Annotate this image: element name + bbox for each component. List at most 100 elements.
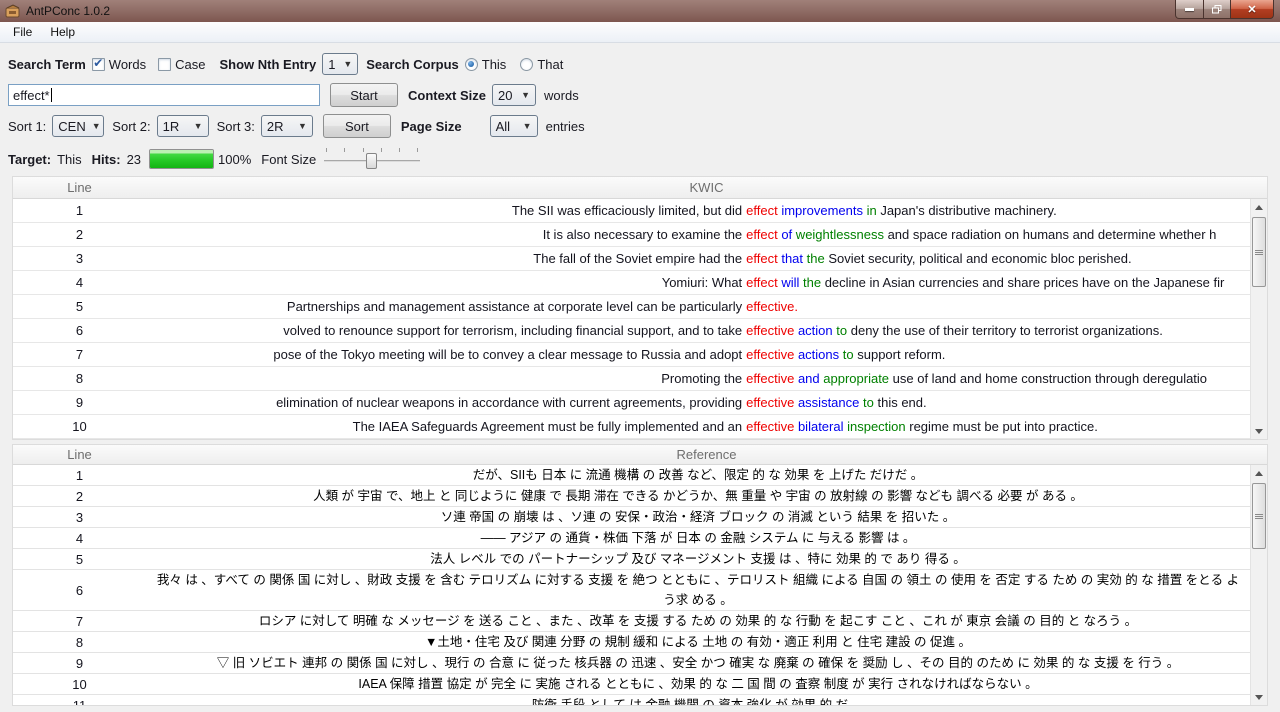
show-nth-entry-label: Show Nth Entry [219,57,316,72]
page-size-select[interactable]: All ▼ [490,115,538,137]
reference-text: ソ連 帝国 の 崩壊 は 、ソ連 の 安保・政治・経済 ブロック の 消滅 とい… [146,507,1250,527]
minimize-button[interactable] [1175,0,1204,19]
reference-text: 人類 が 宇宙 で、地上 と 同じように 健康 で 長期 滞在 できる かどうか… [146,486,1250,506]
reference-scrollbar-thumb[interactable] [1252,483,1266,549]
sort1-select[interactable]: CEN ▼ [52,115,104,137]
reference-line-number: 10 [13,677,146,692]
reference-column-header: Reference [146,447,1267,462]
kwic-text: The IAEA Safeguards Agreement must be fu… [146,419,1250,434]
kwic-row[interactable]: 4Yomiuri: Whateffect will the decline in… [13,271,1250,295]
kwic-row[interactable]: 3The fall of the Soviet empire had theef… [13,247,1250,271]
menu-file[interactable]: File [4,23,41,41]
reference-row[interactable]: 9▽ 旧 ソビエト 連邦 の 関係 国 に対し 、現行 の 合意 に 従った 核… [13,653,1250,674]
kwic-text: The SII was efficaciously limited, but d… [146,203,1250,218]
chevron-down-icon: ▼ [523,121,532,131]
kwic-text: The fall of the Soviet empire had theeff… [146,251,1250,266]
kwic-line-header: Line [13,180,146,195]
kwic-line-number: 4 [13,275,146,290]
kwic-table: Line KWIC 1The SII was efficaciously lim… [12,176,1268,440]
progress-percent: 100% [218,152,251,167]
kwic-scrollbar[interactable] [1250,199,1267,439]
scrollbar-grip-icon [1255,249,1263,256]
target-label: Target: [8,152,51,167]
reference-row[interactable]: 10IAEA 保障 措置 協定 が 完全 に 実施 される とともに 、効果 的… [13,674,1250,695]
reference-line-number: 5 [13,552,146,567]
that-radio-label: That [537,57,563,72]
reference-line-number: 2 [13,489,146,504]
context-size-value: 20 [498,88,512,103]
kwic-scrollbar-thumb[interactable] [1252,217,1266,287]
kwic-text: Promoting theeffective and appropriate u… [146,371,1250,386]
scroll-down-icon[interactable] [1251,689,1267,705]
toolbar: Search Term ✔ Words Case Show Nth Entry … [0,43,1280,172]
font-size-slider[interactable] [324,146,420,172]
window-controls: ✕ [1175,0,1274,19]
sort1-value: CEN [58,119,85,134]
scroll-down-icon[interactable] [1251,423,1267,439]
reference-text: ▼土地・住宅 及び 関連 分野 の 規制 緩和 による 土地 の 有効・適正 利… [146,632,1250,652]
kwic-row[interactable]: 8Promoting theeffective and appropriate … [13,367,1250,391]
kwic-line-number: 5 [13,299,146,314]
this-radio-label: This [482,57,507,72]
reference-row[interactable]: 1だが、SIIも 日本 に 流通 機構 の 改善 など、限定 的 な 効果 を … [13,465,1250,486]
hits-value: 23 [127,152,141,167]
kwic-row[interactable]: 6volved to renounce support for terroris… [13,319,1250,343]
reference-body: 1だが、SIIも 日本 に 流通 機構 の 改善 など、限定 的 な 効果 を … [13,465,1250,706]
hits-label: Hits: [92,152,121,167]
start-button[interactable]: Start [330,83,398,107]
reference-row[interactable]: 5法人 レベル での パートナーシップ 及び マネージメント 支援 は 、特に … [13,549,1250,570]
kwic-row[interactable]: 1The SII was efficaciously limited, but … [13,199,1250,223]
kwic-row[interactable]: 7pose of the Tokyo meeting will be to co… [13,343,1250,367]
case-checkbox-label: Case [175,57,205,72]
restore-button[interactable] [1204,0,1231,19]
words-checkbox[interactable]: ✔ [92,58,105,71]
sort2-value: 1R [163,119,180,134]
reference-row[interactable]: 6我々 は 、すべて の 関係 国 に対し 、財政 支援 を 含む テロリズム … [13,570,1250,611]
app-window: AntPConc 1.0.2 ✕ File Help Search Term ✔… [0,0,1280,712]
sort2-select[interactable]: 1R ▼ [157,115,209,137]
case-checkbox[interactable] [158,58,171,71]
reference-row[interactable]: 2人類 が 宇宙 で、地上 と 同じように 健康 で 長期 滞在 できる かどう… [13,486,1250,507]
reference-line-number: 7 [13,614,146,629]
context-size-select[interactable]: 20 ▼ [492,84,536,106]
chevron-down-icon: ▼ [92,121,101,131]
text-caret [51,88,52,102]
kwic-row[interactable]: 10The IAEA Safeguards Agreement must be … [13,415,1250,439]
kwic-text: Yomiuri: Whateffect will the decline in … [146,275,1250,290]
progress-bar [149,149,214,169]
reference-row[interactable]: 3ソ連 帝国 の 崩壊 は 、ソ連 の 安保・政治・経済 ブロック の 消滅 と… [13,507,1250,528]
search-corpus-label: Search Corpus [366,57,458,72]
kwic-body: 1The SII was efficaciously limited, but … [13,199,1250,439]
reference-row[interactable]: 7ロシア に対して 明確 な メッセージ を 送る こと 、また 、改革 を 支… [13,611,1250,632]
sort-button[interactable]: Sort [323,114,391,138]
chevron-down-icon: ▼ [521,90,530,100]
reference-line-number: 4 [13,531,146,546]
window-title: AntPConc 1.0.2 [26,4,110,18]
reference-text: ▽ 旧 ソビエト 連邦 の 関係 国 に対し 、現行 の 合意 に 従った 核兵… [146,653,1250,673]
reference-text: 法人 レベル での パートナーシップ 及び マネージメント 支援 は 、特に 効… [146,549,1250,569]
menu-help[interactable]: Help [41,23,84,41]
scroll-up-icon[interactable] [1251,199,1267,215]
reference-scrollbar[interactable] [1250,465,1267,705]
this-radio[interactable] [465,58,478,71]
reference-text: 我々 は 、すべて の 関係 国 に対し 、財政 支援 を 含む テロリズム に… [146,570,1250,610]
nth-entry-select[interactable]: 1 ▼ [322,53,358,75]
reference-row[interactable]: 11防衛 手段 として は 金融 機関 の 資本 強化 が 効果 的 だ 。 [13,695,1250,706]
reference-row[interactable]: 8▼土地・住宅 及び 関連 分野 の 規制 緩和 による 土地 の 有効・適正 … [13,632,1250,653]
close-button[interactable]: ✕ [1231,0,1274,19]
reference-line-number: 3 [13,510,146,525]
that-radio[interactable] [520,58,533,71]
kwic-row[interactable]: 2It is also necessary to examine theeffe… [13,223,1250,247]
search-term-label: Search Term [8,57,86,72]
reference-line-number: 8 [13,635,146,650]
search-input[interactable]: effect* [8,84,320,106]
reference-row[interactable]: 4―― アジア の 通貨・株価 下落 が 日本 の 金融 システム に 与える … [13,528,1250,549]
scroll-up-icon[interactable] [1251,465,1267,481]
kwic-text: elimination of nuclear weapons in accord… [146,395,1250,410]
slider-handle[interactable] [366,153,377,169]
sort3-select[interactable]: 2R ▼ [261,115,313,137]
kwic-row[interactable]: 5Partnerships and management assistance … [13,295,1250,319]
reference-line-number: 11 [13,698,146,707]
kwic-row[interactable]: 9elimination of nuclear weapons in accor… [13,391,1250,415]
kwic-text: volved to renounce support for terrorism… [146,323,1250,338]
